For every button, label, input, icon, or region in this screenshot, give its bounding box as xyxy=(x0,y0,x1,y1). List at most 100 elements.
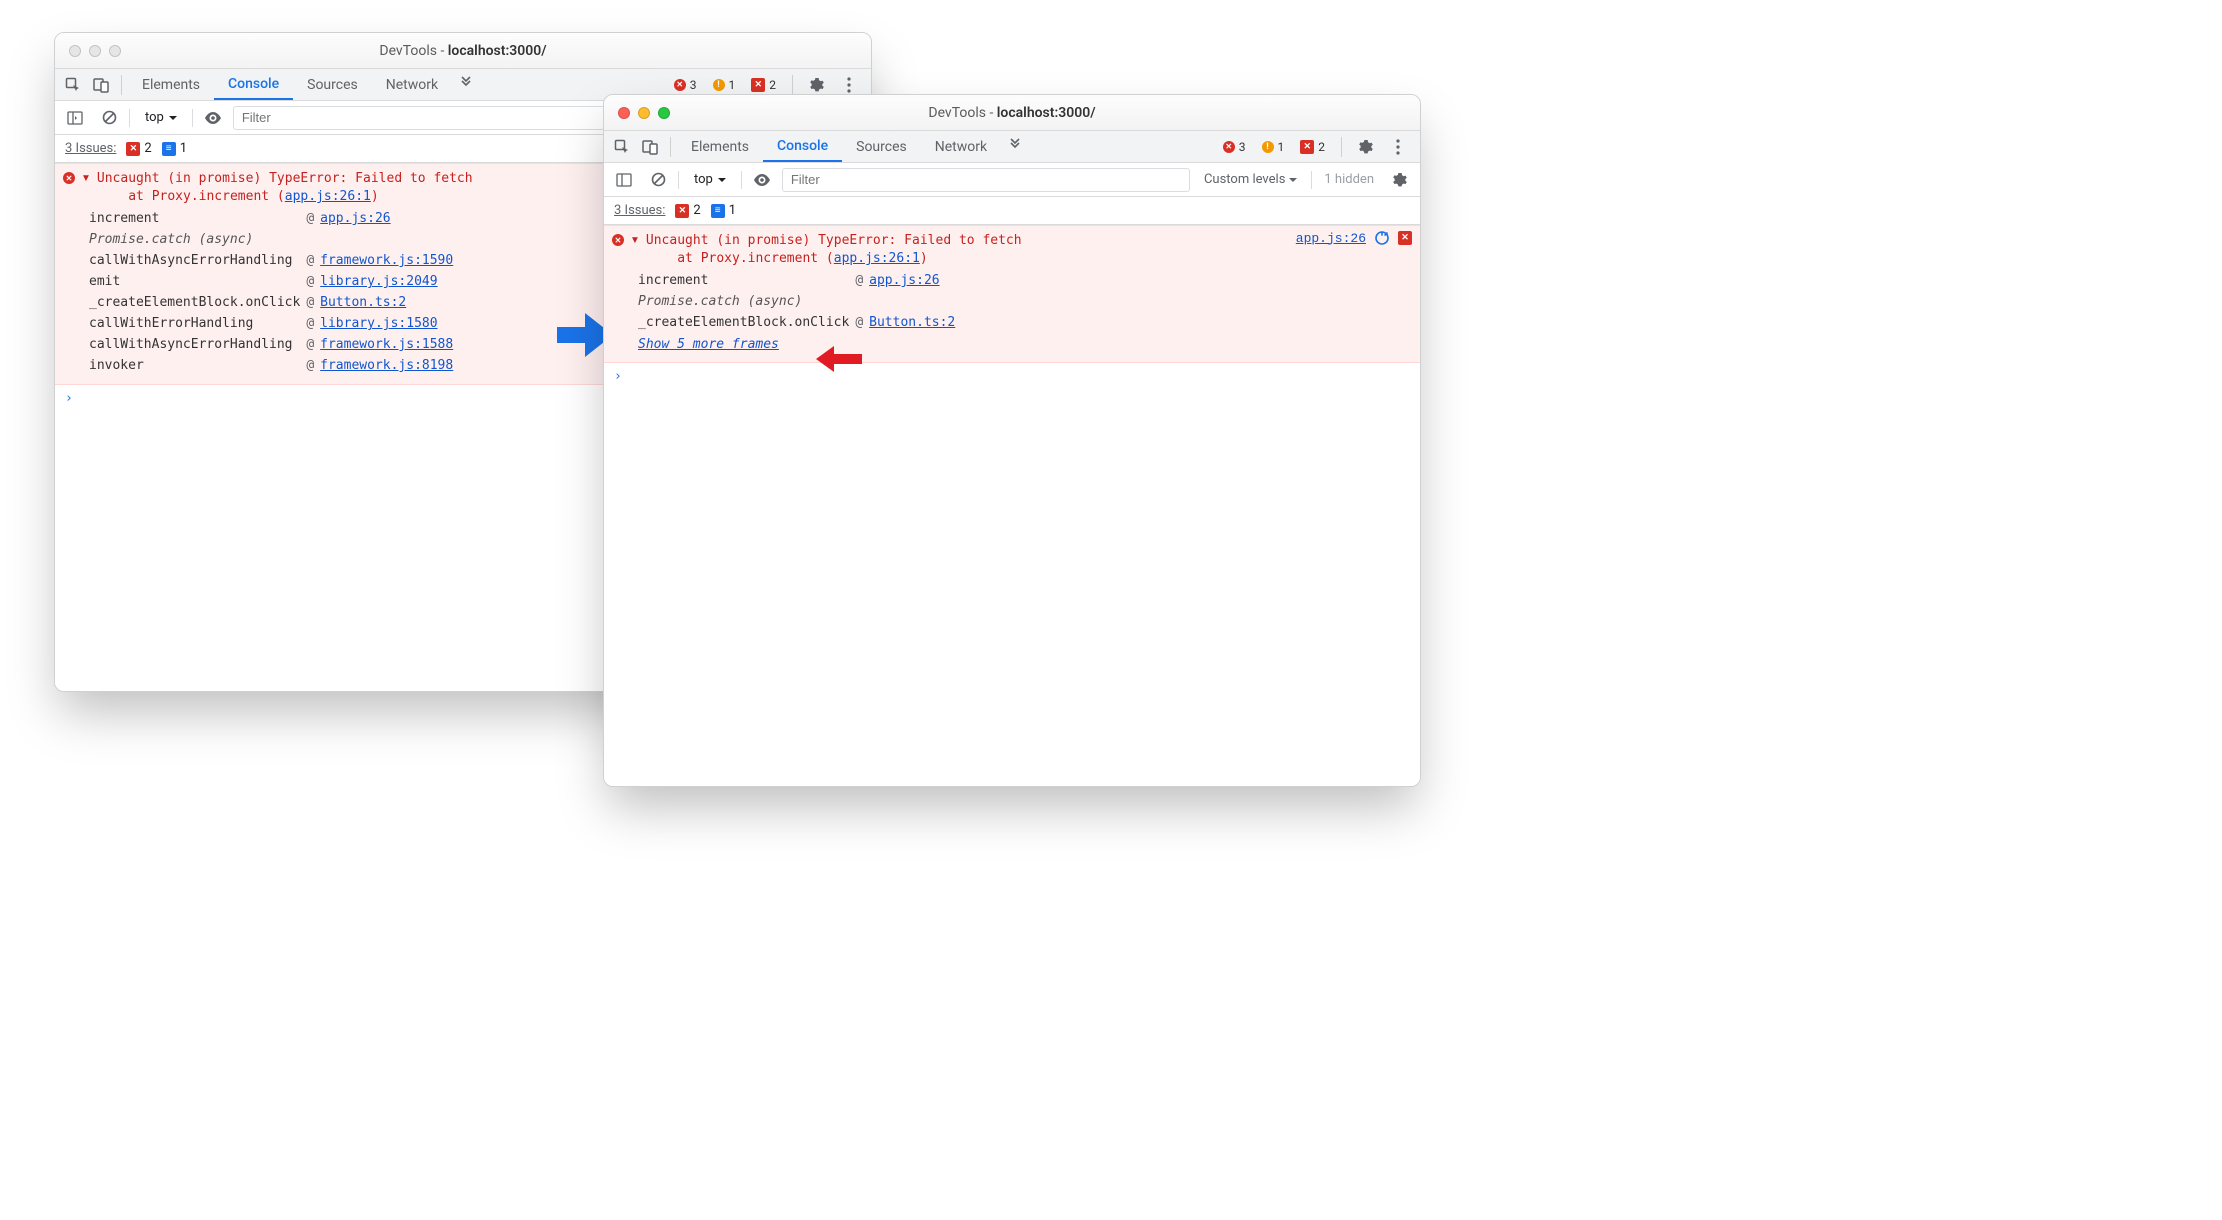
devtools-window-after: DevTools - localhost:3000/ Elements Cons… xyxy=(603,94,1421,787)
stack-frame-link[interactable]: framework.js:8198 xyxy=(320,358,453,373)
stack-frame-at: @ xyxy=(306,313,320,334)
context-label: top xyxy=(145,110,164,125)
stack-frame-fn: _createElementBlock.onClick xyxy=(89,292,306,313)
more-tabs-icon[interactable] xyxy=(452,69,480,97)
context-selector[interactable]: top xyxy=(685,169,735,190)
tab-elements[interactable]: Elements xyxy=(128,69,214,100)
traffic-lights[interactable] xyxy=(604,107,670,119)
stack-frame: callWithAsyncErrorHandling@framework.js:… xyxy=(89,250,459,271)
tab-network[interactable]: Network xyxy=(921,131,1001,162)
stack-frame-link[interactable]: framework.js:1588 xyxy=(320,337,453,352)
tab-elements[interactable]: Elements xyxy=(677,131,763,162)
stack-frame-link[interactable]: library.js:2049 xyxy=(320,274,437,289)
log-level-selector[interactable]: Custom levels xyxy=(1196,172,1305,187)
error-source-link[interactable]: app.js:26:1 xyxy=(834,251,920,266)
traffic-zoom[interactable] xyxy=(658,107,670,119)
stack-frame-at: @ xyxy=(306,292,320,313)
error-icon xyxy=(612,234,624,246)
error-badge-icon[interactable] xyxy=(1398,231,1412,245)
disclosure-triangle[interactable]: ▼ xyxy=(81,170,91,184)
disclosure-triangle[interactable]: ▼ xyxy=(630,232,640,246)
error-message: Uncaught (in promise) TypeError: Failed … xyxy=(646,232,1022,268)
window-title: DevTools - localhost:3000/ xyxy=(55,43,871,59)
stack-frame-link[interactable]: library.js:1580 xyxy=(320,316,437,331)
stack-frame-link[interactable]: Button.ts:2 xyxy=(869,315,955,330)
more-tabs-icon[interactable] xyxy=(1001,131,1029,159)
stack-frame: _createElementBlock.onClick@Button.ts:2 xyxy=(638,312,961,333)
tab-console[interactable]: Console xyxy=(214,69,293,100)
warning-count-pill[interactable]: 1 xyxy=(1256,139,1291,155)
stack-frame: Promise.catch (async) xyxy=(638,291,961,312)
context-selector[interactable]: top xyxy=(136,107,186,128)
panel-tabs: Elements Console Sources Network xyxy=(677,131,1029,162)
issues-bp: 2 xyxy=(126,141,151,156)
kebab-icon[interactable] xyxy=(1384,133,1412,161)
window-title-host: localhost:3000/ xyxy=(448,43,547,59)
async-boundary: Promise.catch (async) xyxy=(89,229,459,250)
stack-frame: Promise.catch (async) xyxy=(89,229,459,250)
stack-frame-fn: callWithErrorHandling xyxy=(89,313,306,334)
console-body[interactable]: app.js:26 ▼ Uncaught (in promise) TypeEr… xyxy=(604,225,1420,786)
tab-console[interactable]: Console xyxy=(763,131,842,162)
error-source-link[interactable]: app.js:26 xyxy=(1296,231,1366,246)
stack-frame-fn: invoker xyxy=(89,355,306,376)
gear-icon[interactable] xyxy=(1386,166,1414,194)
console-prompt[interactable]: › xyxy=(604,363,1420,390)
traffic-minimize[interactable] xyxy=(638,107,650,119)
sidebar-toggle-icon[interactable] xyxy=(610,166,638,194)
traffic-close[interactable] xyxy=(618,107,630,119)
stack-trace: increment@app.js:26Promise.catch (async)… xyxy=(89,208,459,376)
error-count-pill[interactable]: 3 xyxy=(668,77,703,93)
warning-count-pill[interactable]: 1 xyxy=(707,77,742,93)
tab-network[interactable]: Network xyxy=(372,69,452,100)
stack-frame-fn: callWithAsyncErrorHandling xyxy=(89,250,306,271)
device-icon[interactable] xyxy=(636,133,664,161)
clear-console-icon[interactable] xyxy=(644,166,672,194)
stack-frame-link[interactable]: framework.js:1590 xyxy=(320,253,453,268)
traffic-zoom[interactable] xyxy=(109,45,121,57)
inspect-icon[interactable] xyxy=(608,133,636,161)
live-expression-icon[interactable] xyxy=(199,104,227,132)
stack-frame: _createElementBlock.onClick@Button.ts:2 xyxy=(89,292,459,313)
stack-frame-at: @ xyxy=(306,250,320,271)
hidden-count[interactable]: 1 hidden xyxy=(1318,172,1380,187)
live-expression-icon[interactable] xyxy=(748,166,776,194)
callout-arrow-icon xyxy=(816,346,862,372)
traffic-lights[interactable] xyxy=(55,45,121,57)
show-more-frames-link[interactable]: Show 5 more frames xyxy=(612,333,779,354)
stack-frame-fn: increment xyxy=(638,270,855,291)
stack-frame-fn: _createElementBlock.onClick xyxy=(638,312,855,333)
filter-input[interactable] xyxy=(782,168,1190,192)
device-icon[interactable] xyxy=(87,71,115,99)
titlebar[interactable]: DevTools - localhost:3000/ xyxy=(55,33,871,69)
inspect-icon[interactable] xyxy=(59,71,87,99)
error-entry[interactable]: app.js:26 ▼ Uncaught (in promise) TypeEr… xyxy=(604,225,1420,363)
reload-icon[interactable] xyxy=(1374,230,1390,246)
breakpoint-count-pill[interactable]: 2 xyxy=(1294,139,1331,155)
stack-frame-fn: emit xyxy=(89,271,306,292)
traffic-minimize[interactable] xyxy=(89,45,101,57)
console-toolbar: top Custom levels 1 hidden xyxy=(604,163,1420,197)
stack-frame-link[interactable]: app.js:26 xyxy=(869,273,939,288)
error-count: 3 xyxy=(690,78,697,92)
window-title: DevTools - localhost:3000/ xyxy=(604,105,1420,121)
main-toolbar: Elements Console Sources Network 3 1 2 xyxy=(604,131,1420,163)
tab-sources[interactable]: Sources xyxy=(293,69,372,100)
error-source-link[interactable]: app.js:26:1 xyxy=(285,189,371,204)
stack-frame-link[interactable]: app.js:26 xyxy=(320,211,390,226)
titlebar[interactable]: DevTools - localhost:3000/ xyxy=(604,95,1420,131)
breakpoint-count-pill[interactable]: 2 xyxy=(745,77,782,93)
gear-icon[interactable] xyxy=(1352,133,1380,161)
clear-console-icon[interactable] xyxy=(95,104,123,132)
tab-sources[interactable]: Sources xyxy=(842,131,921,162)
async-boundary: Promise.catch (async) xyxy=(638,291,961,312)
issues-bar[interactable]: 3 Issues: 2 1 xyxy=(604,197,1420,225)
issues-link[interactable]: 3 Issues: xyxy=(614,203,665,218)
sidebar-toggle-icon[interactable] xyxy=(61,104,89,132)
window-title-prefix: DevTools - xyxy=(379,43,447,59)
stack-frame-link[interactable]: Button.ts:2 xyxy=(320,295,406,310)
error-count-pill[interactable]: 3 xyxy=(1217,139,1252,155)
stack-frame: increment@app.js:26 xyxy=(89,208,459,229)
traffic-close[interactable] xyxy=(69,45,81,57)
issues-link[interactable]: 3 Issues: xyxy=(65,141,116,156)
